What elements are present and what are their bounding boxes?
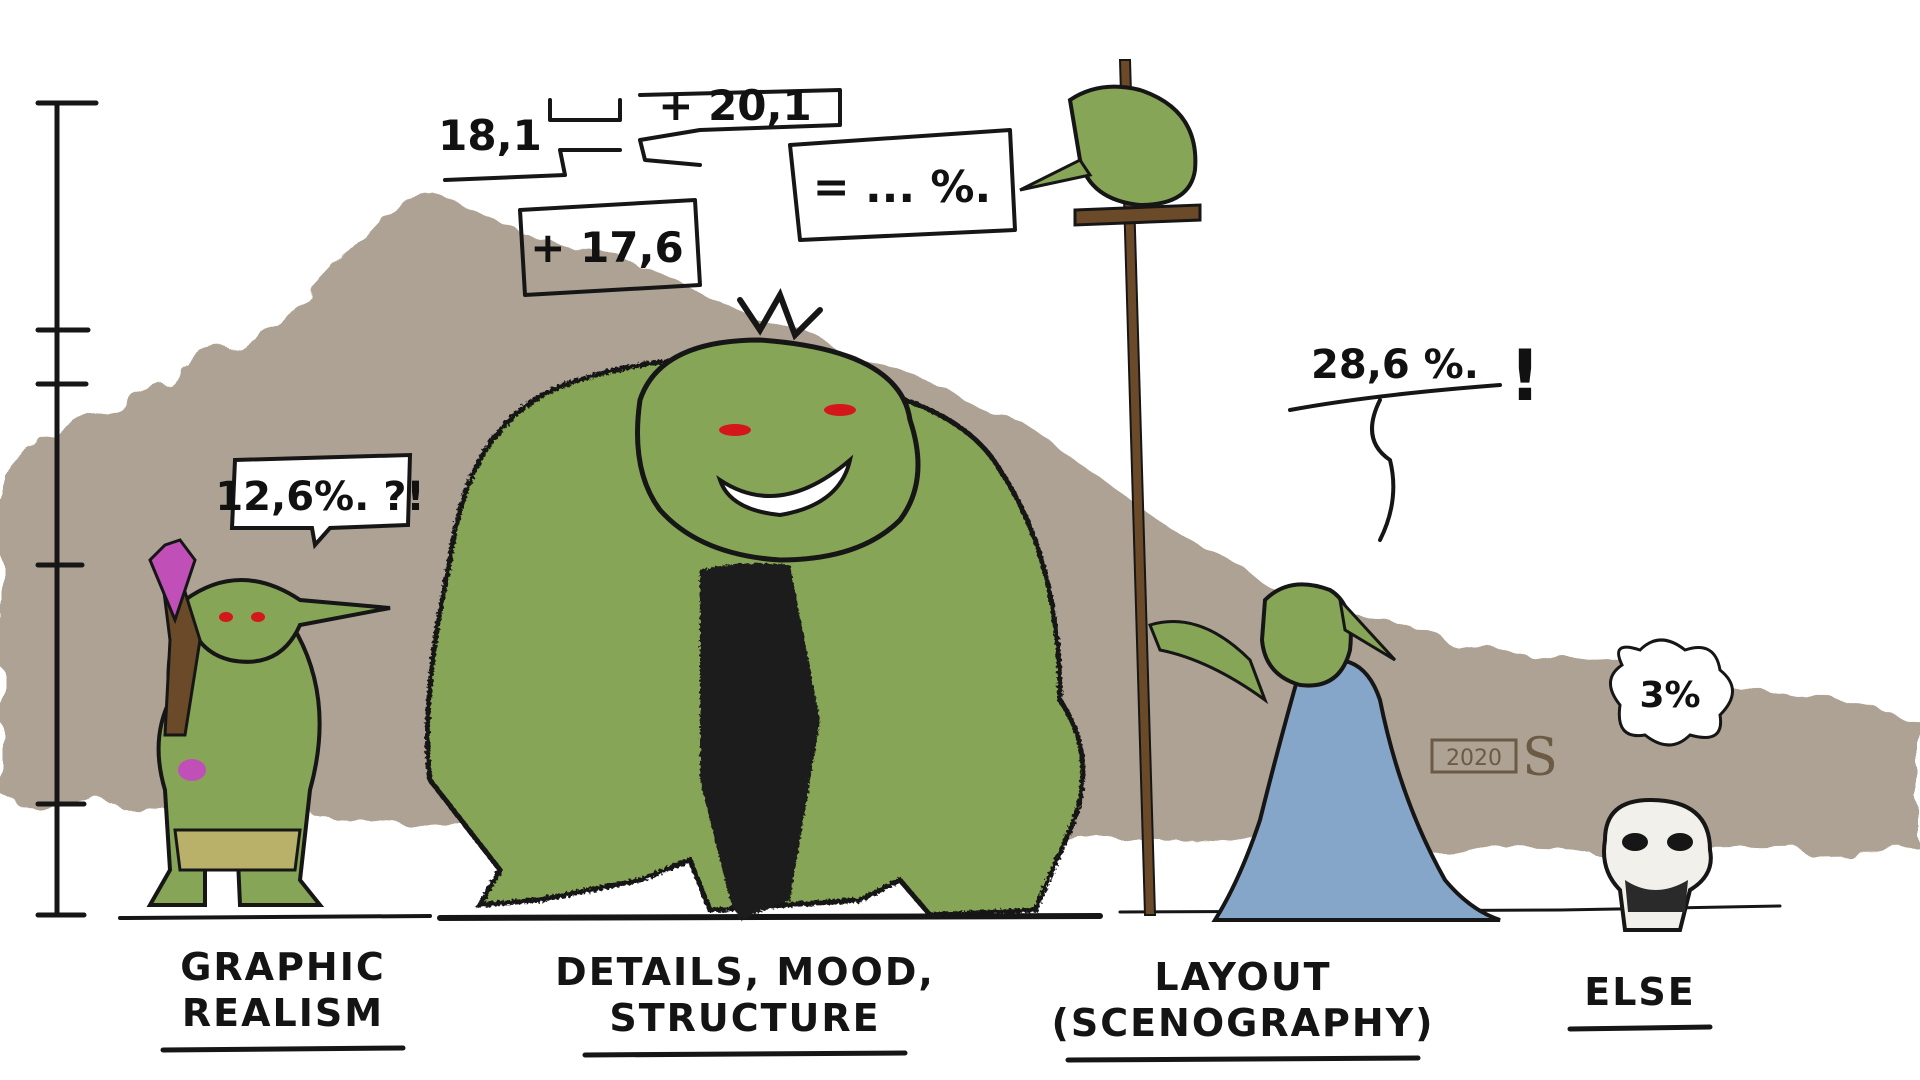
- category-label-line: (SCENOGRAPHY): [1051, 1001, 1434, 1045]
- category-underline: [160, 1045, 406, 1053]
- chart-canvas: 12,6%. ?! 18,1 + 20,1 + 17,6 = ... %. 28…: [0, 59, 1920, 1063]
- signature-initial: S: [1522, 728, 1558, 788]
- skull-else: [1602, 797, 1713, 932]
- category-underline: [1065, 1055, 1421, 1063]
- sum-fragment-2: + 20,1: [658, 81, 811, 130]
- value-label-else: 3%: [1639, 675, 1700, 716]
- category-label-line: DETAILS, MOOD,: [555, 950, 935, 994]
- category-labels: GRAPHICREALISM DETAILS, MOOD,STRUCTURE LAY…: [160, 945, 1713, 1063]
- value-label-details: = ... %.: [813, 162, 991, 213]
- category-underline: [582, 1050, 908, 1058]
- category-label-line: ELSE: [1584, 970, 1696, 1014]
- category-label-line: LAYOUT: [1154, 955, 1331, 999]
- category-label-line: REALISM: [182, 991, 384, 1035]
- value-label-graphic-realism: 12,6%. ?!: [215, 474, 424, 520]
- value-bubble-else: 3%: [1609, 638, 1734, 747]
- category-label-line: STRUCTURE: [609, 996, 880, 1040]
- sum-fragment-1: 18,1: [438, 111, 542, 160]
- category-underline: [1567, 1024, 1713, 1032]
- sum-chain: 18,1 + 20,1 + 17,6 = ... %.: [438, 81, 1017, 297]
- exclamation-mark: !: [1509, 335, 1541, 417]
- category-label-line: GRAPHIC: [180, 945, 386, 989]
- value-bubble-layout: 28,6 %. !: [1288, 335, 1541, 542]
- sum-fragment-3: + 17,6: [530, 223, 683, 272]
- signature-year: 2020: [1446, 746, 1502, 771]
- value-label-layout: 28,6 %.: [1311, 342, 1479, 388]
